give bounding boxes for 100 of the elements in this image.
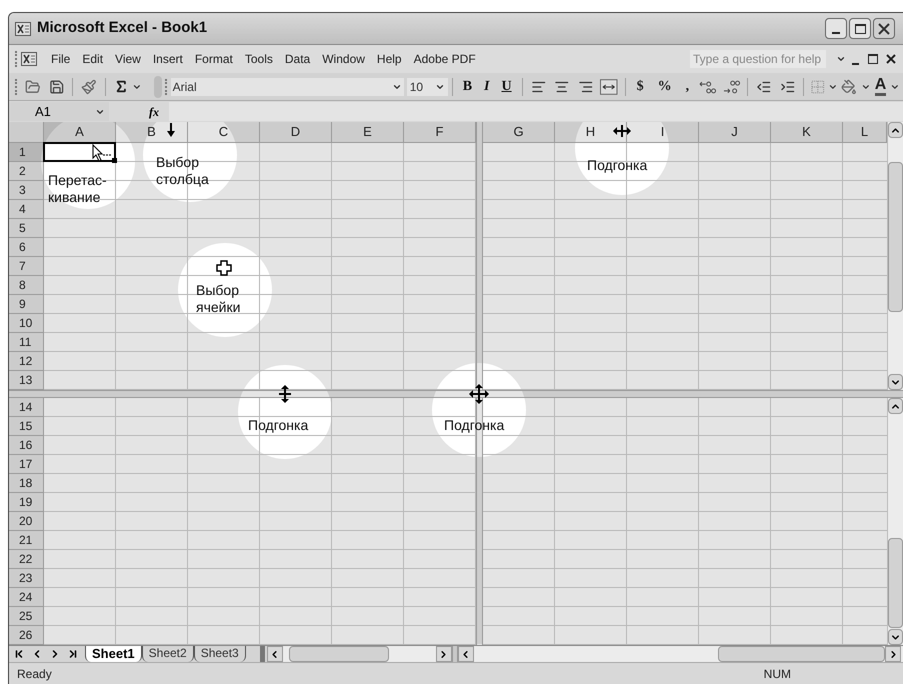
row-header[interactable]: 6 <box>9 238 44 257</box>
decrease-decimal-icon[interactable] <box>722 80 740 94</box>
row-header[interactable]: 21 <box>9 531 44 550</box>
fill-color-icon[interactable] <box>841 78 857 94</box>
column-header[interactable]: L <box>843 122 887 143</box>
name-box[interactable]: A1 <box>9 102 109 121</box>
scroll-down-button[interactable] <box>888 629 903 645</box>
font-size-field[interactable]: 10 <box>406 78 448 96</box>
sheet-tab[interactable]: Sheet3 <box>194 646 246 662</box>
menu-item[interactable]: Edit <box>76 50 110 68</box>
menu-item[interactable]: File <box>45 50 76 68</box>
column-header[interactable]: C <box>188 122 260 143</box>
scroll-thumb[interactable] <box>888 538 903 628</box>
row-header[interactable]: 22 <box>9 550 44 569</box>
row-header[interactable]: 4 <box>9 200 44 219</box>
column-header[interactable]: J <box>699 122 771 143</box>
increase-decimal-icon[interactable] <box>699 80 717 94</box>
menu-item[interactable]: Insert <box>146 50 189 68</box>
column-header[interactable]: G <box>483 122 555 143</box>
scroll-up-button[interactable] <box>888 122 903 138</box>
scroll-down-button[interactable] <box>888 374 903 390</box>
row-header[interactable]: 5 <box>9 219 44 238</box>
down-arrow-icon <box>167 123 175 137</box>
function-label[interactable]: fx <box>149 102 159 120</box>
menu-item[interactable]: Help <box>370 50 408 68</box>
doc-close-button[interactable] <box>886 54 896 64</box>
merge-center-icon[interactable] <box>600 78 618 94</box>
number-format-button[interactable]: % <box>650 76 679 97</box>
row-header[interactable]: 26 <box>9 626 44 645</box>
row-header[interactable]: 15 <box>9 417 44 436</box>
row-header[interactable]: 17 <box>9 455 44 474</box>
scroll-thumb[interactable] <box>718 646 885 662</box>
row-header[interactable]: 23 <box>9 569 44 588</box>
format-button[interactable]: U <box>495 76 518 97</box>
menu-item[interactable]: Window <box>316 50 371 68</box>
save-icon[interactable] <box>48 78 64 94</box>
horizontal-scrollbar[interactable] <box>266 646 452 662</box>
number-format-button[interactable]: $ <box>630 76 651 97</box>
column-header[interactable]: B <box>116 122 188 143</box>
menu-item[interactable]: Adobe PDF <box>408 50 482 68</box>
cell-grid[interactable] <box>483 143 887 390</box>
sheet-tab[interactable]: Sheet1 <box>85 646 142 662</box>
format-button[interactable]: I <box>478 76 496 97</box>
scroll-left-button[interactable] <box>266 646 283 662</box>
menu-item[interactable]: Data <box>278 50 316 68</box>
tab-split-handle[interactable] <box>260 646 265 662</box>
scroll-left-button[interactable] <box>458 646 474 662</box>
row-header[interactable]: 11 <box>9 333 44 352</box>
row-header[interactable]: 10 <box>9 314 44 333</box>
doc-restore-button[interactable] <box>868 54 878 64</box>
row-header[interactable]: 7 <box>9 257 44 276</box>
horizontal-scrollbar[interactable] <box>458 646 903 662</box>
row-header[interactable]: 2 <box>9 162 44 181</box>
minimize-button[interactable] <box>825 18 847 39</box>
vertical-scrollbar[interactable] <box>887 398 903 645</box>
font-color-button[interactable]: A <box>874 77 886 96</box>
row-header[interactable]: 8 <box>9 276 44 295</box>
column-header[interactable]: H <box>555 122 627 143</box>
scroll-thumb[interactable] <box>888 162 903 312</box>
column-header[interactable]: F <box>404 122 476 143</box>
row-header[interactable]: 12 <box>9 352 44 371</box>
menu-item[interactable]: Tools <box>238 50 279 68</box>
row-header[interactable]: 24 <box>9 588 44 607</box>
menu-item[interactable]: Format <box>188 50 239 68</box>
last-sheet-button[interactable] <box>67 648 79 660</box>
sheet-tab[interactable]: Sheet2 <box>142 646 194 662</box>
fill-handle[interactable] <box>112 158 117 163</box>
column-header[interactable]: A <box>44 122 116 143</box>
row-header[interactable]: 13 <box>9 371 44 390</box>
row-header[interactable]: 9 <box>9 295 44 314</box>
row-header[interactable]: 25 <box>9 607 44 626</box>
font-name-field[interactable]: Arial <box>170 78 404 96</box>
column-header[interactable]: I <box>627 122 699 143</box>
column-header[interactable]: E <box>332 122 404 143</box>
window-title: Microsoft Excel - Book1 <box>37 18 208 38</box>
row-header[interactable]: 16 <box>9 436 44 455</box>
row-header[interactable]: 1 <box>9 143 44 162</box>
close-button[interactable] <box>873 18 895 39</box>
brush-icon[interactable] <box>81 78 97 94</box>
row-header[interactable]: 14 <box>9 398 44 417</box>
callout-label: Перетас- кивание <box>48 172 107 206</box>
row-header[interactable]: 18 <box>9 474 44 493</box>
menu-item[interactable]: View <box>109 50 147 68</box>
row-header[interactable]: 19 <box>9 493 44 512</box>
maximize-button[interactable] <box>849 18 871 39</box>
column-header[interactable]: D <box>260 122 332 143</box>
format-button[interactable]: B <box>456 76 478 97</box>
cell-grid[interactable] <box>44 143 476 390</box>
number-format-button[interactable]: , <box>678 76 696 97</box>
formula-field[interactable] <box>169 102 903 121</box>
scroll-right-button[interactable] <box>436 646 452 662</box>
row-header[interactable]: 20 <box>9 512 44 531</box>
scroll-right-button[interactable] <box>885 646 901 662</box>
scroll-up-button[interactable] <box>888 398 903 414</box>
open-folder-icon[interactable] <box>25 78 41 94</box>
first-sheet-button[interactable] <box>13 648 25 660</box>
scroll-thumb[interactable] <box>288 646 389 662</box>
column-header[interactable]: K <box>771 122 843 143</box>
vertical-scrollbar[interactable] <box>887 122 903 390</box>
row-header[interactable]: 3 <box>9 181 44 200</box>
